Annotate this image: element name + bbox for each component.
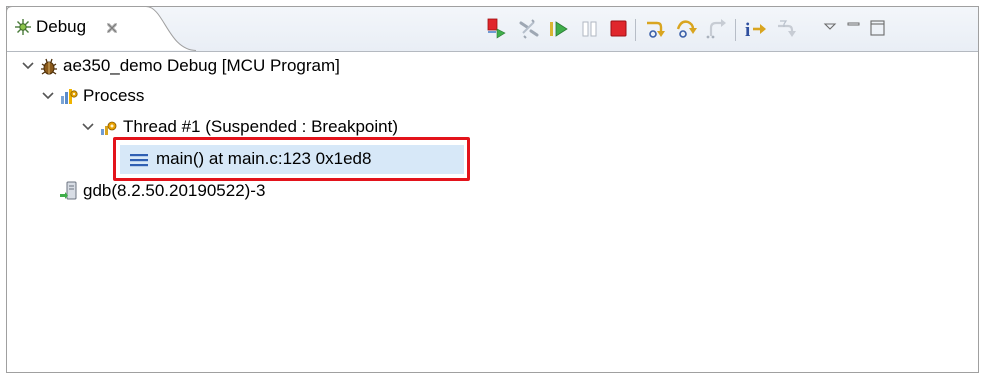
svg-text:i: i [745, 20, 750, 41]
debug-view: Debug i ae350_demo Debug [MCU Program] P… [6, 6, 979, 373]
maximize-icon[interactable] [866, 17, 890, 41]
tree-node-gdb[interactable]: gdb(8.2.50.20190522)-3 [7, 178, 967, 204]
view-menu-icon[interactable] [818, 17, 842, 41]
view-header: Debug i [6, 6, 978, 52]
use-step-filters-icon[interactable] [775, 17, 799, 41]
remove-terminated-icon[interactable] [485, 17, 509, 41]
debug-tree: ae350_demo Debug [MCU Program] Process T… [7, 52, 978, 372]
tab-title: Debug [36, 17, 87, 36]
tree-node-launch[interactable]: ae350_demo Debug [MCU Program] [7, 53, 967, 79]
disconnect-icon[interactable] [517, 17, 541, 41]
step-into-icon[interactable] [644, 17, 668, 41]
chevron-down-icon[interactable] [81, 114, 95, 140]
step-over-icon[interactable] [675, 17, 699, 41]
tree-node-label: ae350_demo Debug [MCU Program] [63, 56, 340, 75]
step-return-icon[interactable] [705, 17, 729, 41]
annotation-highlight-box [113, 137, 470, 181]
suspend-icon[interactable] [578, 17, 602, 41]
chevron-down-icon[interactable] [21, 53, 35, 79]
resume-icon[interactable] [547, 17, 571, 41]
terminate-icon[interactable] [607, 17, 631, 41]
toolbar-separator [735, 19, 736, 41]
tab-debug[interactable]: Debug [6, 6, 198, 51]
process-icon [59, 86, 79, 106]
gdb-process-icon [59, 181, 79, 201]
close-icon[interactable] [106, 21, 118, 39]
launch-bug-icon [39, 56, 59, 76]
tab-shape [6, 6, 197, 51]
tree-node-label: gdb(8.2.50.20190522)-3 [83, 181, 266, 200]
toolbar-separator [635, 19, 636, 41]
debug-view-icon [14, 18, 32, 41]
chevron-down-icon[interactable] [41, 83, 55, 109]
minimize-icon[interactable] [842, 17, 866, 41]
tree-node-process[interactable]: Process [7, 83, 967, 109]
instruction-stepping-icon[interactable]: i [743, 17, 767, 41]
thread-suspended-icon [99, 117, 119, 137]
tree-node-label: Process [83, 86, 145, 105]
